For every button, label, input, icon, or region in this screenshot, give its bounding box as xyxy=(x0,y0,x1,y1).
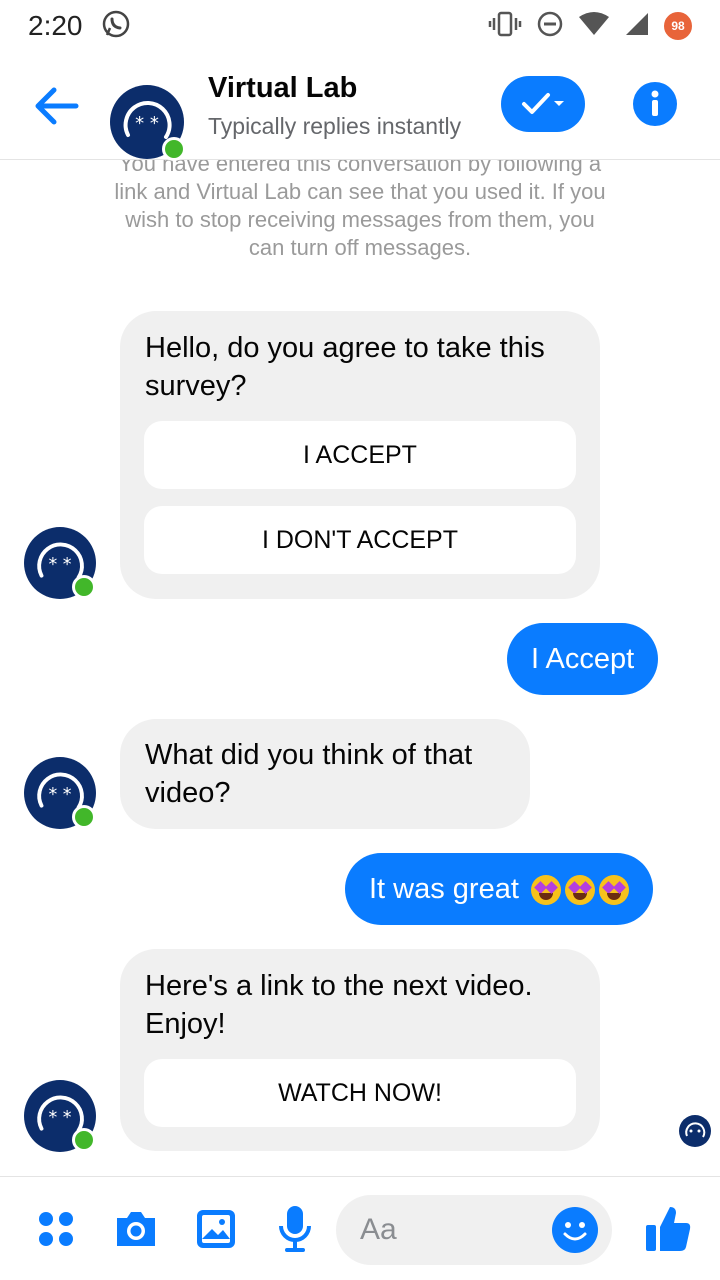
back-button[interactable] xyxy=(30,80,82,132)
camera-icon[interactable] xyxy=(112,1205,160,1253)
conversation-notice: You have entered this conversation by fo… xyxy=(114,151,606,260)
whatsapp-icon xyxy=(101,9,131,44)
decline-button[interactable]: I DON'T ACCEPT xyxy=(144,506,576,574)
vibrate-icon xyxy=(488,11,522,42)
message-text: What did you think of that video? xyxy=(145,739,473,809)
info-icon xyxy=(651,90,659,116)
subscribe-toggle-button[interactable] xyxy=(501,76,585,132)
online-indicator xyxy=(72,575,96,599)
bot-message-bubble: What did you think of that video? xyxy=(120,719,530,829)
input-placeholder: Aa xyxy=(360,1213,397,1246)
watch-now-button[interactable]: WATCH NOW! xyxy=(144,1059,576,1127)
signal-icon xyxy=(624,11,650,42)
message-composer: Aa xyxy=(0,1176,720,1280)
read-receipt-icon xyxy=(678,1114,712,1148)
user-message-bubble: It was great xyxy=(345,853,653,925)
avatar[interactable]: * * xyxy=(24,1080,96,1152)
emoji-icon[interactable] xyxy=(552,1207,598,1253)
message-text: Hello, do you agree to take this survey? xyxy=(145,332,545,402)
accept-button[interactable]: I ACCEPT xyxy=(144,421,576,489)
apps-icon[interactable] xyxy=(34,1207,78,1251)
arrow-left-icon xyxy=(35,87,79,125)
wifi-icon xyxy=(578,11,610,42)
avatar[interactable]: * * xyxy=(24,757,96,829)
contact-status: Typically replies instantly xyxy=(208,113,462,139)
dnd-icon xyxy=(536,10,564,43)
svg-text:* *: * * xyxy=(48,555,71,575)
contact-name[interactable]: Virtual Lab xyxy=(208,72,461,105)
svg-text:* *: * * xyxy=(135,113,159,134)
info-button[interactable] xyxy=(633,82,677,126)
online-indicator xyxy=(72,1128,96,1152)
star-struck-emoji-icon xyxy=(564,874,595,905)
online-indicator xyxy=(72,805,96,829)
star-struck-emoji-icon xyxy=(530,874,561,905)
gallery-icon[interactable] xyxy=(192,1205,240,1253)
bot-message-bubble: Hello, do you agree to take this survey?… xyxy=(120,311,600,599)
message-text: Here's a link to the next video. Enjoy! xyxy=(145,970,533,1040)
status-time: 2:20 xyxy=(28,10,83,41)
online-indicator xyxy=(162,136,186,161)
bot-message-bubble: Here's a link to the next video. Enjoy! … xyxy=(120,949,600,1151)
thumbs-up-icon[interactable] xyxy=(642,1201,694,1255)
chat-header: * * Virtual Lab Typically replies instan… xyxy=(0,52,720,161)
microphone-icon[interactable] xyxy=(272,1203,318,1255)
status-bar: 2:20 98 xyxy=(0,0,720,52)
message-text: It was great xyxy=(369,872,519,905)
checkmark-dropdown-icon xyxy=(522,93,564,114)
avatar[interactable]: * * xyxy=(110,84,186,161)
user-message-bubble: I Accept xyxy=(507,623,659,695)
message-text: I Accept xyxy=(531,642,635,675)
message-input[interactable]: Aa xyxy=(336,1195,612,1265)
svg-text:* *: * * xyxy=(48,1108,71,1128)
avatar[interactable]: * * xyxy=(24,527,96,599)
battery-icon: 98 xyxy=(664,12,692,40)
svg-text:* *: * * xyxy=(48,785,71,805)
star-struck-emoji-icon xyxy=(598,874,629,905)
